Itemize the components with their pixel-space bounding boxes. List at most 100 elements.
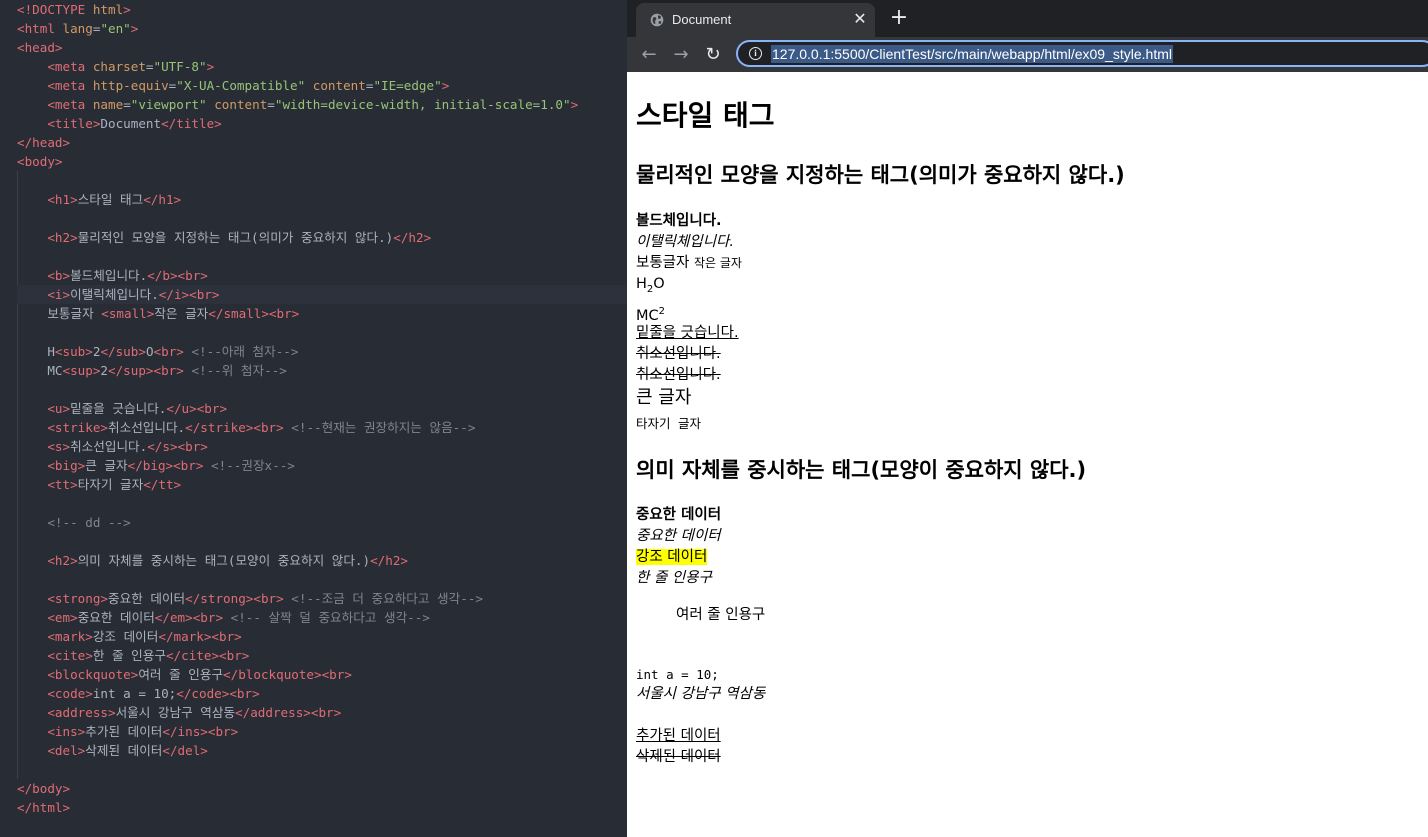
code-line[interactable] xyxy=(17,380,627,399)
code-line[interactable]: <strong>중요한 데이터</strong><br> <!--조금 더 중요… xyxy=(17,589,627,608)
code-token: </u><br> xyxy=(166,401,228,416)
new-tab-icon[interactable]: + xyxy=(889,7,909,29)
code-line[interactable] xyxy=(17,323,627,342)
code-token: </s><br> xyxy=(147,439,208,454)
code-line[interactable]: <!-- dd --> xyxy=(17,513,627,532)
em-text: 중요한 데이터 xyxy=(636,528,721,544)
s-text: 취소선입니다. xyxy=(636,367,721,383)
small-text: 작은 글자 xyxy=(693,256,742,270)
code-line[interactable] xyxy=(17,171,627,190)
forward-arrow-icon[interactable]: → xyxy=(670,44,692,66)
code-token: </ins><br> xyxy=(162,724,239,739)
code-line[interactable]: <head> xyxy=(17,38,627,57)
code-line[interactable]: <h2>의미 자체를 중시하는 태그(모양이 중요하지 않다.)</h2> xyxy=(17,551,627,570)
code-line[interactable]: <s>취소선입니다.</s><br> xyxy=(17,437,627,456)
globe-icon xyxy=(650,13,664,27)
code-token: </head> xyxy=(17,135,71,150)
code-line[interactable]: <tt>타자기 글자</tt> xyxy=(17,475,627,494)
code-line[interactable]: <cite>한 줄 인용구</cite><br> xyxy=(17,646,627,665)
code-line[interactable]: <h2>물리적인 모양을 지정하는 태그(의미가 중요하지 않다.)</h2> xyxy=(17,228,627,247)
code-line[interactable]: </body> xyxy=(17,779,627,798)
code-line[interactable] xyxy=(17,760,627,779)
code-line[interactable]: <title>Document</title> xyxy=(17,114,627,133)
code-token: </strong><br> xyxy=(185,591,284,606)
code-line[interactable]: <body> xyxy=(17,152,627,171)
code-token: <!DOCTYPE xyxy=(17,2,93,17)
url-text[interactable]: 127.0.0.1:5500/ClientTest/src/main/webap… xyxy=(771,45,1173,63)
back-arrow-icon[interactable]: ← xyxy=(638,44,660,66)
code-token: <address> xyxy=(47,705,116,720)
code-line[interactable]: <i>이탤릭체입니다.</i><br> xyxy=(17,285,627,304)
close-icon[interactable]: ✕ xyxy=(852,11,868,27)
code-line[interactable] xyxy=(17,532,627,551)
code-token: "IE=edge" xyxy=(373,78,442,93)
code-token: <blockquote> xyxy=(47,667,139,682)
code-token: <html xyxy=(17,21,63,36)
code-line[interactable]: <meta name="viewport" content="width=dev… xyxy=(17,95,627,114)
code-token: </b><br> xyxy=(147,268,208,283)
code-line[interactable]: <html lang="en"> xyxy=(17,19,627,38)
code-token: <body> xyxy=(17,154,63,169)
code-line[interactable] xyxy=(17,209,627,228)
strike-text: 취소선입니다. xyxy=(636,346,721,362)
code-token: 물리적인 모양을 지정하는 태그(의미가 중요하지 않다.) xyxy=(77,230,394,245)
code-line[interactable]: <meta charset="UTF-8"> xyxy=(17,57,627,76)
code-token: </h1> xyxy=(143,192,182,207)
code-line[interactable]: <ins>추가된 데이터</ins><br> xyxy=(17,722,627,741)
code-token: <tt> xyxy=(47,477,78,492)
code-token: <i> xyxy=(47,287,71,302)
code-token: <h2> xyxy=(47,230,78,245)
code-line[interactable]: <blockquote>여러 줄 인용구</blockquote><br> xyxy=(17,665,627,684)
superscript-text: 2 xyxy=(658,306,666,317)
code-line[interactable]: <del>삭제된 데이터</del> xyxy=(17,741,627,760)
code-token: <title> xyxy=(47,116,101,131)
code-line[interactable]: MC<sup>2</sup><br> <!--위 첨자--> xyxy=(17,361,627,380)
browser-tab[interactable]: Document ✕ xyxy=(636,3,875,37)
code-token: 큰 글자 xyxy=(85,458,128,473)
code-token: </em><br> xyxy=(154,610,224,625)
code-line[interactable]: <address>서울시 강남구 역삼동</address><br> xyxy=(17,703,627,722)
code-line[interactable]: <u>밑줄을 긋습니다.</u><br> xyxy=(17,399,627,418)
code-token: <meta xyxy=(47,59,93,74)
code-line[interactable]: 보통글자 <small>작은 글자</small><br> xyxy=(17,304,627,323)
subscript-line: H2O xyxy=(636,275,665,299)
code-line[interactable] xyxy=(17,570,627,589)
page-h2-physical: 물리적인 모양을 지정하는 태그(의미가 중요하지 않다.) xyxy=(636,163,1125,187)
strong-text: 중요한 데이터 xyxy=(636,507,722,523)
code-editor[interactable]: <!DOCTYPE html> <html lang="en"> <head> <m… xyxy=(0,0,627,837)
address-text: 서울시 강남구 역삼동 xyxy=(636,686,766,702)
code-token: </i><br> xyxy=(158,287,220,302)
code-line[interactable] xyxy=(17,247,627,266)
code-token: <code> xyxy=(47,686,93,701)
code-line[interactable]: <h1>스타일 태그</h1> xyxy=(17,190,627,209)
code-token: <h1> xyxy=(47,192,78,207)
code-line[interactable]: <strike>취소선입니다.</strike><br> <!--현재는 권장하… xyxy=(17,418,627,437)
code-line[interactable]: </html> xyxy=(17,798,627,817)
code-token: H xyxy=(17,344,55,359)
code-line[interactable]: <code>int a = 10;</code><br> xyxy=(17,684,627,703)
code-line[interactable]: <b>볼드체입니다.</b><br> xyxy=(17,266,627,285)
code-line[interactable]: <meta http-equiv="X-UA-Compatible" conte… xyxy=(17,76,627,95)
code-line[interactable] xyxy=(17,494,627,513)
bold-text: 볼드체입니다. xyxy=(636,213,722,229)
code-line[interactable]: <mark>강조 데이터</mark><br> xyxy=(17,627,627,646)
info-icon[interactable]: i xyxy=(749,47,762,60)
code-line[interactable]: <!DOCTYPE html> xyxy=(17,0,627,19)
address-bar[interactable]: i 127.0.0.1:5500/ClientTest/src/main/web… xyxy=(736,40,1428,67)
reload-icon[interactable]: ↻ xyxy=(702,44,724,66)
code-token: 보통글자 xyxy=(17,306,102,321)
code-line[interactable]: </head> xyxy=(17,133,627,152)
code-line[interactable]: <big>큰 글자</big><br> <!--권장x--> xyxy=(17,456,627,475)
mark-line: 강조 데이터 xyxy=(636,548,708,567)
code-line[interactable]: H<sub>2</sub>O<br> <!--아래 첨자--> xyxy=(17,342,627,361)
code-line[interactable]: <em>중요한 데이터</em><br> <!-- 살짝 덜 중요하다고 생각-… xyxy=(17,608,627,627)
code-token: </body> xyxy=(17,781,71,796)
code-token: lang xyxy=(62,21,93,36)
